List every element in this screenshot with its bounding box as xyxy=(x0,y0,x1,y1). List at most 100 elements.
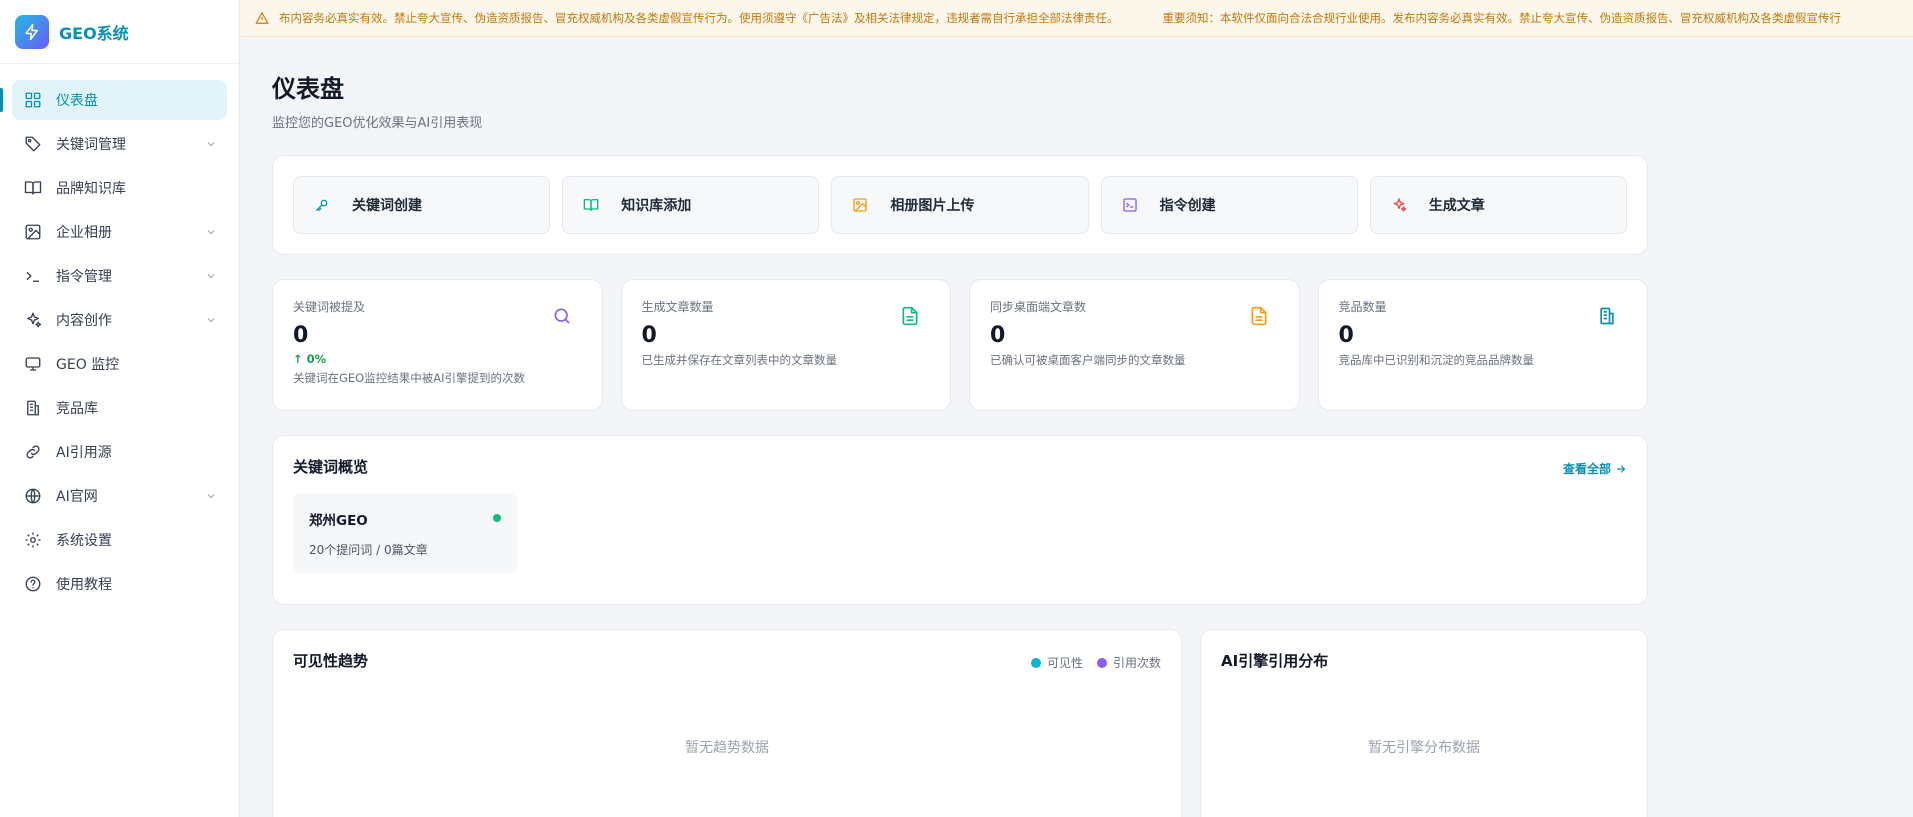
chevron-down-icon xyxy=(205,314,217,326)
section-title: 关键词概览 xyxy=(293,458,369,476)
view-all-link[interactable]: 查看全部 xyxy=(1563,460,1627,477)
empty-state: 暂无引擎分布数据 xyxy=(1368,740,1480,756)
generate-article-button[interactable]: 生成文章 xyxy=(1369,176,1628,234)
image-icon xyxy=(24,223,42,241)
sidebar-item-label: 企业相册 xyxy=(56,225,112,241)
sidebar-nav: 仪表盘 关键词管理 品牌知识库 企业相册 指令管理 内容创作 GEO 监控 竞品… xyxy=(0,64,239,604)
page-subtitle: 监控您的GEO优化效果与AI引用表现 xyxy=(272,116,483,131)
stat-label: 竞品数量 xyxy=(1338,300,1387,314)
image-icon xyxy=(850,195,870,215)
stat-value: 0 xyxy=(293,323,309,348)
sidebar-item-label: GEO 监控 xyxy=(56,357,120,373)
quick-action-label: 关键词创建 xyxy=(352,198,422,214)
stat-value: 0 xyxy=(990,323,1006,348)
sidebar-item-label: 品牌知识库 xyxy=(56,181,126,197)
sidebar-item-album[interactable]: 企业相册 xyxy=(12,212,227,252)
stat-label: 生成文章数量 xyxy=(641,300,714,314)
book-open-icon xyxy=(581,195,601,215)
sidebar-item-tutorial[interactable]: 使用教程 xyxy=(12,564,227,604)
engine-distribution-panel: AI引擎引用分布 暂无引擎分布数据 xyxy=(1200,629,1648,817)
lightning-icon xyxy=(15,14,49,49)
legend-dot xyxy=(1030,658,1041,668)
legend-item: 引用次数 xyxy=(1096,654,1161,671)
keyword-overview: 关键词概览 查看全部 郑州GEO 20个提问词 / 0篇文章 xyxy=(272,435,1648,605)
sidebar-item-label: 仪表盘 xyxy=(56,93,98,109)
create-keyword-button[interactable]: 关键词创建 xyxy=(293,176,551,234)
stats-row: 关键词被提及 0 ↑ 0% 关键词在GEO监控结果中被AI引擎提到的次数 生成文… xyxy=(272,279,1648,411)
warning-icon xyxy=(255,11,269,25)
legend-label: 引用次数 xyxy=(1112,656,1161,670)
quick-action-label: 指令创建 xyxy=(1159,198,1216,214)
keyword-name: 郑州GEO xyxy=(309,513,368,529)
building-icon xyxy=(1597,306,1619,328)
add-knowledge-button[interactable]: 知识库添加 xyxy=(562,176,820,234)
chart-legend: 可见性 引用次数 xyxy=(1030,654,1161,671)
sparkles-icon xyxy=(24,311,42,329)
sidebar-item-label: 关键词管理 xyxy=(56,137,126,153)
sidebar-item-label: 系统设置 xyxy=(56,533,112,549)
legend-item: 可见性 xyxy=(1030,654,1083,671)
stat-desc: 关键词在GEO监控结果中被AI引擎提到的次数 xyxy=(293,371,525,385)
brand[interactable]: GEO系统 xyxy=(0,0,239,64)
sidebar-item-ai-sources[interactable]: AI引用源 xyxy=(12,432,227,472)
tag-icon xyxy=(24,135,42,153)
notice-banner: 布内容务必真实有效。禁止夸大宣传、伪造资质报告、冒充权威机构及各类虚假宣传行为。… xyxy=(241,0,1913,37)
sidebar-item-label: 指令管理 xyxy=(56,269,112,285)
legend-label: 可见性 xyxy=(1046,656,1083,670)
view-all-label: 查看全部 xyxy=(1562,462,1611,476)
keyword-meta: 20个提问词 / 0篇文章 xyxy=(309,543,428,557)
keyword-card[interactable]: 郑州GEO 20个提问词 / 0篇文章 xyxy=(293,493,517,573)
sidebar-item-dashboard[interactable]: 仪表盘 xyxy=(0,80,227,120)
quick-actions: 关键词创建 知识库添加 相册图片上传 指令创建 生成文章 xyxy=(272,155,1648,255)
sidebar-item-label: AI引用源 xyxy=(56,445,112,461)
sparkles-icon xyxy=(1389,195,1409,215)
stat-desc: 已生成并保存在文章列表中的文章数量 xyxy=(641,353,838,367)
empty-state: 暂无趋势数据 xyxy=(685,740,769,756)
section-title: AI引擎引用分布 xyxy=(1221,652,1329,670)
sidebar-item-competitors[interactable]: 竞品库 xyxy=(12,388,227,428)
stat-trend: ↑ 0% xyxy=(293,352,327,366)
sidebar: GEO系统 仪表盘 关键词管理 品牌知识库 企业相册 指令管理 内容创作 GEO… xyxy=(0,0,240,817)
help-circle-icon xyxy=(24,575,42,593)
visibility-trend-panel: 可见性趋势 可见性 引用次数 暂无趋势数据 xyxy=(272,629,1182,817)
sidebar-item-settings[interactable]: 系统设置 xyxy=(12,520,227,560)
book-icon xyxy=(24,179,42,197)
charts-row: 可见性趋势 可见性 引用次数 暂无趋势数据 AI引擎引用分布 暂无引擎分布数据 xyxy=(272,629,1648,817)
sidebar-item-commands[interactable]: 指令管理 xyxy=(12,256,227,296)
sidebar-item-geo-monitor[interactable]: GEO 监控 xyxy=(12,344,227,384)
stat-label: 同步桌面端文章数 xyxy=(990,300,1087,314)
quick-action-label: 知识库添加 xyxy=(621,198,692,214)
building-icon xyxy=(24,399,42,417)
page-title: 仪表盘 xyxy=(272,75,344,103)
stat-label: 关键词被提及 xyxy=(293,300,366,314)
stat-card-keyword-mentions: 关键词被提及 0 ↑ 0% 关键词在GEO监控结果中被AI引擎提到的次数 xyxy=(272,279,603,411)
notice-text: 重要须知：本软件仅面向合法合规行业使用。发布内容务必真实有效。禁止夸大宣传、伪造… xyxy=(1162,11,1842,25)
status-dot xyxy=(493,514,501,522)
globe-icon xyxy=(24,487,42,505)
create-command-button[interactable]: 指令创建 xyxy=(1100,176,1358,234)
upload-image-button[interactable]: 相册图片上传 xyxy=(831,176,1089,234)
stat-desc: 已确认可被桌面客户端同步的文章数量 xyxy=(990,353,1186,367)
sidebar-item-keywords[interactable]: 关键词管理 xyxy=(12,124,227,164)
sidebar-item-label: 使用教程 xyxy=(56,577,112,593)
stat-desc: 竞品库中已识别和沉淀的竞品品牌数量 xyxy=(1338,353,1535,367)
chevron-down-icon xyxy=(205,490,217,502)
dashboard-icon xyxy=(24,91,42,109)
stat-value: 0 xyxy=(1338,323,1354,348)
stat-value: 0 xyxy=(641,323,657,348)
sidebar-item-content[interactable]: 内容创作 xyxy=(12,300,227,340)
chevron-down-icon xyxy=(205,270,217,282)
sidebar-item-knowledge[interactable]: 品牌知识库 xyxy=(12,168,227,208)
sidebar-item-label: 竞品库 xyxy=(56,401,98,417)
chevron-down-icon xyxy=(205,138,217,150)
key-icon xyxy=(312,195,332,215)
sidebar-item-label: AI官网 xyxy=(56,489,98,505)
sidebar-item-ai-website[interactable]: AI官网 xyxy=(12,476,227,516)
search-icon xyxy=(552,306,574,328)
stat-card-synced-articles: 同步桌面端文章数 0 已确认可被桌面客户端同步的文章数量 xyxy=(969,279,1300,411)
link-icon xyxy=(24,443,42,461)
terminal-icon xyxy=(1120,195,1140,215)
gear-icon xyxy=(24,531,42,549)
notice-text: 布内容务必真实有效。禁止夸大宣传、伪造资质报告、冒充权威机构及各类虚假宣传行为。… xyxy=(279,11,1119,25)
quick-action-label: 相册图片上传 xyxy=(890,198,975,214)
